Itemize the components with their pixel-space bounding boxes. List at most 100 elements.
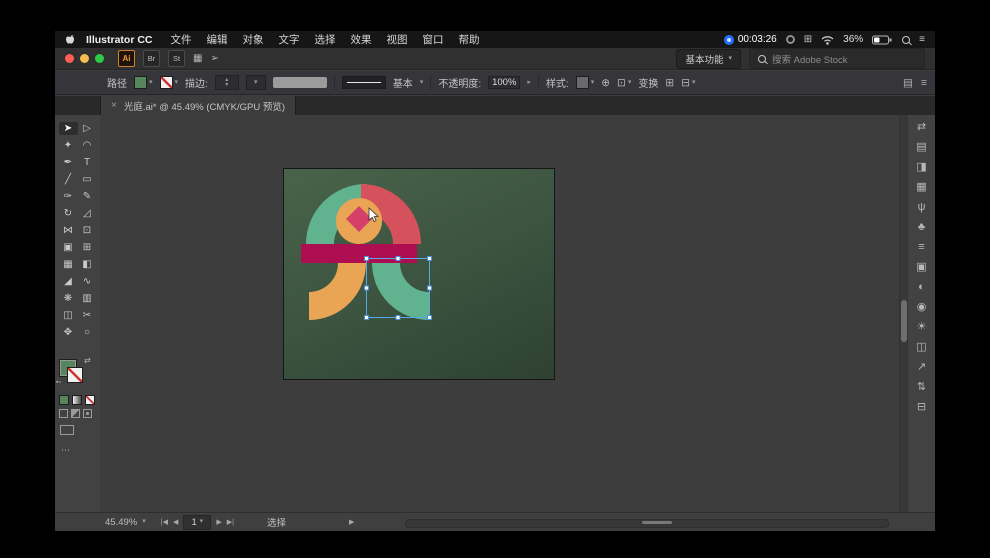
adobe-color-icon[interactable]: ◨: [916, 161, 926, 173]
workspace-switcher[interactable]: 基本功能 ▾: [676, 49, 741, 69]
lasso-tool[interactable]: ◠: [78, 139, 97, 152]
wifi-icon[interactable]: [821, 35, 834, 45]
brush-definition-preview[interactable]: [342, 76, 386, 89]
stock-search-input[interactable]: 搜索 Adobe Stock: [749, 48, 925, 69]
pencil-tool[interactable]: ✎: [78, 190, 97, 203]
artboards-icon[interactable]: ▣: [916, 261, 926, 273]
shape-builder-tool[interactable]: ▣: [59, 241, 78, 254]
type-tool[interactable]: T: [78, 156, 97, 169]
menu-item-7[interactable]: 视图: [387, 32, 408, 47]
column-graph-tool[interactable]: ▥: [78, 292, 97, 305]
zoom-tool[interactable]: ○: [78, 326, 97, 339]
swatches-icon[interactable]: ▦: [916, 181, 926, 193]
appearance-icon[interactable]: ☀: [917, 321, 927, 333]
recolor-artwork-icon[interactable]: ⊕: [601, 77, 610, 89]
last-artboard-button[interactable]: ▶|: [227, 518, 234, 526]
horizontal-scrollbar-thumb[interactable]: [642, 521, 672, 524]
selection-handle[interactable]: [427, 256, 432, 261]
stroke-weight-dropdown[interactable]: ▾: [246, 75, 266, 90]
apple-menu[interactable]: [65, 33, 76, 46]
scale-tool[interactable]: ◿: [78, 207, 97, 220]
slice-tool[interactable]: ✂: [78, 309, 97, 322]
graphic-style-control[interactable]: ▾: [576, 76, 595, 89]
free-transform-tool[interactable]: ⊡: [78, 224, 97, 237]
transform-link[interactable]: 变换: [638, 75, 658, 90]
direct-selection-tool[interactable]: ▷: [78, 122, 97, 135]
selection-handle[interactable]: [364, 286, 369, 291]
gradient-button[interactable]: [72, 395, 82, 405]
draw-normal-button[interactable]: [59, 409, 68, 418]
mesh-tool[interactable]: ▦: [59, 258, 78, 271]
selection-handle[interactable]: [396, 256, 401, 261]
artboard[interactable]: [283, 168, 555, 380]
default-swatches-icon[interactable]: ▪▫: [56, 379, 61, 386]
magic-wand-tool[interactable]: ✦: [59, 139, 78, 152]
stock-button[interactable]: St: [168, 50, 185, 67]
arrange-control[interactable]: ⊟ ▾: [681, 77, 695, 89]
pen-tool[interactable]: ✒: [59, 156, 78, 169]
panel-menu-icon[interactable]: ≡: [921, 77, 927, 89]
graphic-styles-icon[interactable]: ◫: [916, 341, 926, 353]
close-window-button[interactable]: [65, 54, 74, 63]
gradient-tool[interactable]: ◧: [78, 258, 97, 271]
doc-layout-icon[interactable]: ▤: [903, 77, 913, 89]
share-icon[interactable]: ↗: [917, 361, 926, 373]
color-guide-icon[interactable]: ◉: [917, 301, 927, 313]
perspective-grid-tool[interactable]: ⊞: [78, 241, 97, 254]
menu-item-2[interactable]: 编辑: [207, 32, 228, 47]
first-artboard-button[interactable]: |◀: [161, 518, 168, 526]
minimize-window-button[interactable]: [80, 54, 89, 63]
none-button[interactable]: [85, 395, 95, 405]
color-button[interactable]: [59, 395, 69, 405]
width-profile-preview[interactable]: [273, 77, 327, 88]
menu-item-6[interactable]: 效果: [351, 32, 372, 47]
paintbrush-tool[interactable]: ✑: [59, 190, 78, 203]
share-icon[interactable]: ➢: [210, 53, 218, 64]
selection-handle[interactable]: [427, 315, 432, 320]
menu-item-4[interactable]: 文字: [279, 32, 300, 47]
menu-item-9[interactable]: 帮助: [459, 32, 480, 47]
camera-indicator-icon[interactable]: [786, 35, 795, 44]
selection-tool[interactable]: ➤: [59, 122, 78, 135]
menu-item-1[interactable]: 文件: [171, 32, 192, 47]
links-icon[interactable]: ⊟: [917, 401, 926, 413]
selection-handle[interactable]: [396, 315, 401, 320]
blend-tool[interactable]: ∿: [78, 275, 97, 288]
symbols-icon[interactable]: ψ: [918, 201, 926, 213]
swap-fill-stroke-icon[interactable]: ⇄: [84, 356, 91, 365]
rectangle-tool[interactable]: ▭: [78, 173, 97, 186]
line-segment-tool[interactable]: ╱: [59, 173, 78, 186]
control-center-icon[interactable]: ≡: [919, 35, 925, 45]
align-control[interactable]: ⊡ ▾: [617, 77, 631, 89]
menu-item-8[interactable]: 窗口: [423, 32, 444, 47]
horizontal-scrollbar[interactable]: [405, 519, 889, 528]
draw-behind-button[interactable]: [71, 409, 80, 418]
orange-leg-shape[interactable]: [309, 263, 366, 320]
menu-item-3[interactable]: 对象: [243, 32, 264, 47]
chevron-right-icon[interactable]: ▸: [527, 79, 531, 87]
symbol-sprayer-tool[interactable]: ❋: [59, 292, 78, 305]
draw-inside-button[interactable]: [83, 409, 92, 418]
prev-artboard-button[interactable]: ◀: [173, 518, 178, 526]
stroke-swatch[interactable]: [67, 367, 83, 383]
hand-tool[interactable]: ✥: [59, 326, 78, 339]
isolate-icon[interactable]: ⊞: [665, 77, 674, 89]
selection-handle[interactable]: [364, 315, 369, 320]
next-artboard-button[interactable]: ▶: [216, 518, 221, 526]
close-tab-icon[interactable]: ×: [111, 100, 117, 111]
spotlight-icon[interactable]: [902, 36, 910, 44]
screen-recording-indicator[interactable]: 00:03:26: [724, 34, 777, 45]
stroke-weight-stepper[interactable]: ▴ ▾: [215, 75, 239, 90]
input-source-icon[interactable]: ⊞: [804, 35, 812, 45]
arrange-documents-icon[interactable]: ▦: [193, 53, 202, 64]
opacity-field[interactable]: 100%: [488, 76, 520, 89]
canvas[interactable]: [100, 115, 900, 512]
artboard-number-input[interactable]: 1 ▾: [183, 515, 211, 530]
edit-toolbar-icon[interactable]: ⋯: [61, 445, 100, 456]
sync-icon[interactable]: ⇄: [917, 121, 926, 133]
color-icon[interactable]: ◐: [918, 281, 925, 293]
battery-icon[interactable]: [872, 35, 893, 45]
zoom-window-button[interactable]: [95, 54, 104, 63]
selection-bounding-box[interactable]: [366, 258, 430, 318]
chevron-down-icon[interactable]: ▾: [420, 79, 424, 87]
